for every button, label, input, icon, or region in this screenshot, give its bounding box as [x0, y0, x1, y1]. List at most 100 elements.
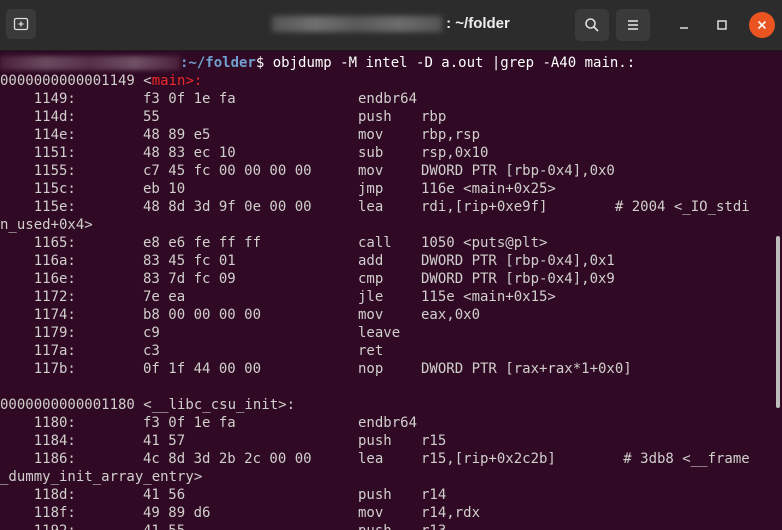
mnemonic: ret: [358, 343, 384, 359]
mnemonic: nop: [358, 361, 384, 377]
close-button[interactable]: [749, 12, 775, 38]
disassembly-line: 1151: 48 83 ec 10 sub rsp,0x10: [0, 144, 782, 162]
title-bar: : ~/folder: [0, 0, 782, 51]
opcode-bytes: 49 89 d6: [143, 505, 211, 521]
main-function-header: 0000000000001149 <main>:: [0, 73, 203, 89]
maximize-button[interactable]: [709, 12, 735, 38]
disassembly-line: 1172: 7e ea jle 115e <main+0x15>: [0, 288, 782, 306]
mnemonic: jle: [358, 289, 384, 305]
operands: DWORD PTR [rbp-0x4],0x9: [421, 271, 615, 287]
prompt-line: :~/folder$ objdump -M intel -D a.out |gr…: [0, 54, 635, 72]
disassembly-line: 117a: c3 ret: [0, 342, 782, 360]
mnemonic: endbr64: [358, 415, 418, 431]
operands: 116e <main+0x25>: [421, 181, 556, 197]
operands: DWORD PTR [rbp-0x4],0x0: [421, 163, 615, 179]
opcode-bytes: 48 89 e5: [143, 127, 211, 143]
mnemonic: lea: [358, 451, 384, 467]
opcode-bytes: 48 8d 3d 9f 0e 00 00: [143, 199, 312, 215]
address: 1155:: [0, 163, 76, 179]
mnemonic: cmp: [358, 271, 384, 287]
address: 1172:: [0, 289, 76, 305]
address: 117b:: [0, 361, 76, 377]
address: 115e:: [0, 199, 76, 215]
search-icon: [585, 18, 599, 32]
operands: DWORD PTR [rbp-0x4],0x1: [421, 253, 615, 269]
address: 1192:: [0, 522, 76, 530]
close-icon: [757, 20, 767, 30]
minimize-icon: [680, 27, 688, 29]
opcode-bytes: b8 00 00 00 00: [143, 307, 262, 323]
address: 1179:: [0, 325, 76, 341]
menu-button[interactable]: [616, 9, 650, 41]
terminal-output[interactable]: :~/folder$ objdump -M intel -D a.out |gr…: [0, 52, 782, 530]
disassembly-line: 0000000000001180 <__libc_csu_init>:: [0, 396, 782, 414]
opcode-bytes: c9: [143, 325, 160, 341]
address: 117a:: [0, 343, 76, 359]
mnemonic: mov: [358, 127, 384, 143]
mnemonic: mov: [358, 505, 384, 521]
operands: 1050 <puts@plt>: [421, 235, 548, 251]
operands: r14: [421, 487, 447, 503]
mnemonic: leave: [358, 325, 401, 341]
mnemonic: add: [358, 253, 384, 269]
disassembly-line: 1174: b8 00 00 00 00 mov eax,0x0: [0, 306, 782, 324]
opcode-bytes: 41 55: [143, 522, 185, 530]
redacted-username: [272, 16, 443, 33]
operands: rbp,rsp: [421, 127, 481, 143]
maximize-icon: [717, 20, 727, 30]
operands: rbp: [421, 109, 447, 125]
opcode-bytes: 4c 8d 3d 2b 2c 00 00: [143, 451, 312, 467]
disassembly-line: 115e: 48 8d 3d 9f 0e 00 00 lea rdi,[rip+0xe…: [0, 198, 782, 216]
opcode-bytes: 48 83 ec 10: [143, 145, 236, 161]
operands: eax,0x0: [421, 307, 481, 323]
disassembly-line: 1186: 4c 8d 3d 2b 2c 00 00 lea r15,[rip+0x2…: [0, 450, 782, 468]
opcode-bytes: 55: [143, 109, 160, 125]
disassembly-line: 116a: 83 45 fc 01 add DWORD PTR [rbp-0x4],0…: [0, 252, 782, 270]
disassembly-line: 118d: 41 56 push r14: [0, 486, 782, 504]
disassembly-line: 114e: 48 89 e5 mov rbp,rsp: [0, 126, 782, 144]
terminal-scrollbar[interactable]: [776, 236, 780, 408]
window-title: : ~/folder: [0, 15, 782, 33]
disassembly-line: 116e: 83 7d fc 09 cmp DWORD PTR [rbp-0x4],0…: [0, 270, 782, 288]
opcode-bytes: 83 7d fc 09: [143, 271, 236, 287]
disassembly-line: 1149: f3 0f 1e fa endbr64: [0, 90, 782, 108]
opcode-bytes: 7e ea: [143, 289, 186, 305]
address: 1149:: [0, 91, 76, 107]
operands: DWORD PTR [rax+rax*1+0x0]: [421, 361, 632, 377]
opcode-bytes: 41 57: [143, 433, 186, 449]
operands: 115e <main+0x15>: [421, 289, 556, 305]
address: 114e:: [0, 127, 76, 143]
opcode-bytes: 41 56: [143, 487, 186, 503]
address: 118f:: [0, 505, 76, 521]
disassembly-line: _dummy_init_array_entry>: [0, 468, 782, 486]
disassembly-line: 1180: f3 0f 1e fa endbr64: [0, 414, 782, 432]
disassembly-line: 114d: 55 push rbp: [0, 108, 782, 126]
mnemonic: jmp: [358, 181, 384, 197]
wrapped-text: 0000000000001180 <__libc_csu_init>:: [0, 397, 296, 413]
disassembly-line: 1165: e8 e6 fe ff ff call 1050 <puts@plt>: [0, 234, 782, 252]
mnemonic: push: [358, 487, 392, 503]
disassembly-line: n_used+0x4>: [0, 216, 782, 234]
disassembly-line: 115c: eb 10 jmp 116e <main+0x25>: [0, 180, 782, 198]
opcode-bytes: e8 e6 fe ff ff: [143, 235, 262, 251]
mnemonic: push: [358, 522, 392, 530]
address: 115c:: [0, 181, 76, 197]
operands: rdi,[rip+0xe9f] # 2004 <_IO_stdi: [421, 199, 750, 215]
address: 114d:: [0, 109, 76, 125]
search-button[interactable]: [575, 9, 609, 41]
address: 1151:: [0, 145, 76, 161]
redacted-user-host: [0, 56, 180, 70]
wrapped-text: n_used+0x4>: [0, 217, 93, 233]
operands: r13: [421, 522, 446, 530]
operands: r14,rdx: [421, 505, 481, 521]
address: 1186:: [0, 451, 76, 467]
disassembly-line: 1155: c7 45 fc 00 00 00 00 mov DWORD PTR [r…: [0, 162, 782, 180]
opcode-bytes: c3: [143, 343, 160, 359]
mnemonic: lea: [358, 199, 384, 215]
wrapped-text: _dummy_init_array_entry>: [0, 469, 203, 485]
mnemonic: sub: [358, 145, 384, 161]
operands: r15: [421, 433, 447, 449]
opcode-bytes: eb 10: [143, 181, 186, 197]
minimize-button[interactable]: [671, 12, 697, 38]
address: 1165:: [0, 235, 76, 251]
